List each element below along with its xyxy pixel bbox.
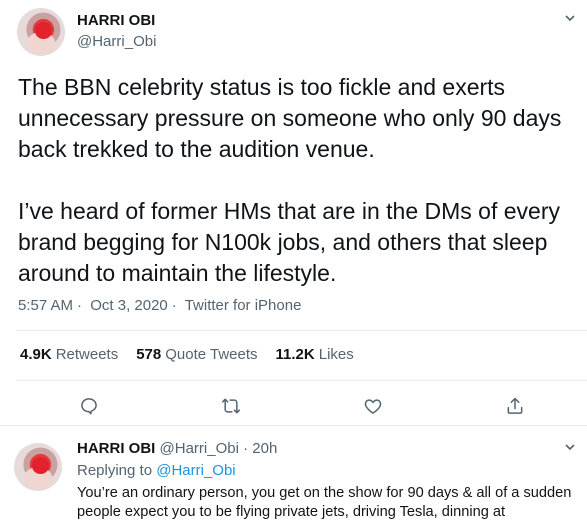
retweets-label: Retweets	[55, 346, 119, 363]
reply-button[interactable]	[76, 393, 102, 419]
tweet-stats: 4.9K Retweets 578 Quote Tweets 11.2K Likes	[20, 346, 354, 363]
avatar-heart	[32, 457, 49, 474]
likes-label: Likes	[318, 346, 354, 363]
quote-tweets-label: Quote Tweets	[165, 346, 258, 363]
retweet-icon	[221, 398, 241, 414]
avatar-heart	[35, 22, 52, 39]
likes-count: 11.2K	[275, 346, 315, 363]
display-name[interactable]: HARRI OBI	[77, 12, 155, 29]
share-icon	[507, 397, 523, 414]
tweet-meta: 5:57 AM · Oct 3, 2020 · Twitter for iPhone	[18, 297, 305, 314]
retweet-button[interactable]	[218, 393, 244, 419]
divider	[0, 425, 587, 426]
like-icon	[364, 399, 382, 414]
quote-tweets-stat[interactable]: 578 Quote Tweets	[136, 346, 257, 363]
divider	[16, 380, 587, 381]
avatar[interactable]	[14, 443, 62, 491]
share-button[interactable]	[502, 393, 528, 419]
divider	[16, 330, 587, 331]
reply-header: HARRI OBI @Harri_Obi · 20h	[77, 440, 277, 457]
tweet-date[interactable]: Oct 3, 2020	[90, 297, 168, 314]
likes-stat[interactable]: 11.2K Likes	[276, 346, 354, 363]
action-bar	[0, 393, 587, 419]
quote-tweets-count: 578	[136, 346, 162, 363]
meta-separator: ·	[77, 297, 83, 314]
replying-to-label: Replying to	[77, 462, 153, 479]
meta-separator: ·	[171, 297, 177, 314]
chevron-down-icon[interactable]	[565, 13, 575, 23]
main-tweet: HARRI OBI @Harri_Obi The BBN celebrity s…	[0, 0, 587, 425]
reply-separator: ·	[243, 440, 249, 457]
reply-handle[interactable]: @Harri_Obi	[160, 440, 239, 457]
reply-display-name[interactable]: HARRI OBI	[77, 440, 155, 457]
user-handle[interactable]: @Harri_Obi	[77, 33, 156, 50]
tweet-text: The BBN celebrity status is too fickle a…	[18, 74, 562, 286]
tweet-time[interactable]: 5:57 AM	[18, 297, 73, 314]
retweets-stat[interactable]: 4.9K Retweets	[20, 346, 118, 363]
chevron-down-icon[interactable]	[565, 442, 575, 452]
tweet-source[interactable]: Twitter for iPhone	[185, 297, 302, 314]
reply-icon	[81, 398, 97, 415]
reply-time[interactable]: 20h	[252, 440, 277, 457]
replying-to-line: Replying to @Harri_Obi	[77, 462, 236, 479]
reply-text: You’re an ordinary person, you get on th…	[77, 485, 572, 520]
replying-to-link[interactable]: @Harri_Obi	[156, 462, 235, 479]
like-button[interactable]	[360, 393, 386, 419]
avatar[interactable]	[17, 8, 65, 56]
retweets-count: 4.9K	[20, 346, 52, 363]
